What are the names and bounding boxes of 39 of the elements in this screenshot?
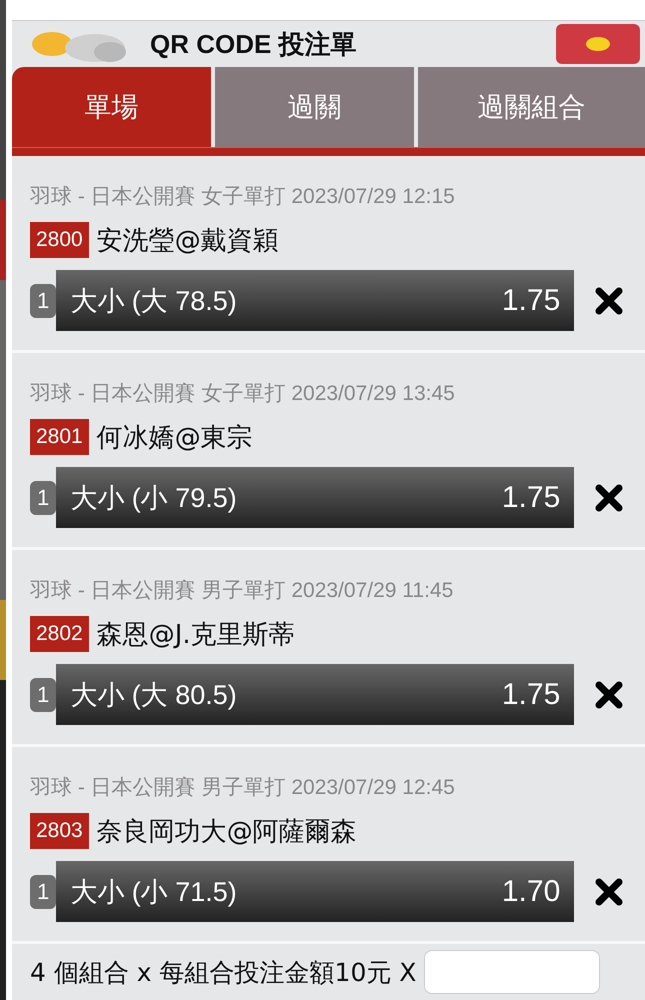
event-info: 羽球 - 日本公開賽 男子單打 2023/07/29 12:45: [30, 775, 456, 801]
selection-label: 大小 (大 78.5): [70, 284, 237, 318]
amount-field[interactable]: [424, 950, 600, 994]
match-code: 2800: [30, 222, 89, 258]
match-teams: 安洗瑩@戴資穎: [96, 224, 279, 258]
tab[interactable]: 單場: [12, 67, 211, 147]
bet-index: 1: [30, 874, 56, 908]
selection-label: 大小 (小 71.5): [70, 876, 237, 909]
selection-label: 大小 (大 80.5): [70, 678, 237, 712]
close-icon: [594, 680, 624, 710]
match-code: 2803: [30, 813, 89, 849]
bet-index: 1: [30, 480, 56, 514]
close-button[interactable]: [594, 876, 624, 906]
tab[interactable]: 過關組合: [418, 67, 645, 147]
match-teams: 森恩@J.克里斯蒂: [96, 618, 295, 652]
summary-text: 4 個組合 x 每組合投注金額10元 X: [30, 956, 416, 988]
match-teams: 何冰嬌@東宗: [96, 422, 253, 454]
close-button[interactable]: [594, 286, 624, 316]
match-code: 2802: [30, 616, 89, 652]
odds-value: 1.75: [502, 480, 560, 514]
bet-index: 1: [30, 284, 56, 318]
match-code: 2801: [30, 419, 89, 455]
odds-value: 1.75: [502, 284, 560, 318]
close-icon: [594, 482, 624, 512]
odds-value: 1.70: [502, 874, 560, 908]
event-info: 羽球 - 日本公開賽 女子單打 2023/07/29 13:45: [30, 381, 456, 407]
close-icon: [594, 876, 624, 906]
tab[interactable]: 過關: [214, 67, 414, 147]
event-info: 羽球 - 日本公開賽 男子單打 2023/07/29 11:45: [30, 578, 454, 604]
selection-label: 大小 (小 79.5): [70, 482, 237, 515]
event-info: 羽球 - 日本公開賽 女子單打 2023/07/29 12:15: [30, 184, 456, 210]
close-icon: [594, 286, 624, 316]
header-title: QR CODE 投注單: [150, 28, 357, 60]
close-button[interactable]: [594, 482, 624, 512]
bet-index: 1: [30, 678, 56, 712]
close-button[interactable]: [594, 680, 624, 710]
match-teams: 奈良岡功大@阿薩爾森: [96, 816, 357, 848]
header-button[interactable]: [556, 24, 640, 64]
odds-value: 1.75: [502, 678, 560, 712]
